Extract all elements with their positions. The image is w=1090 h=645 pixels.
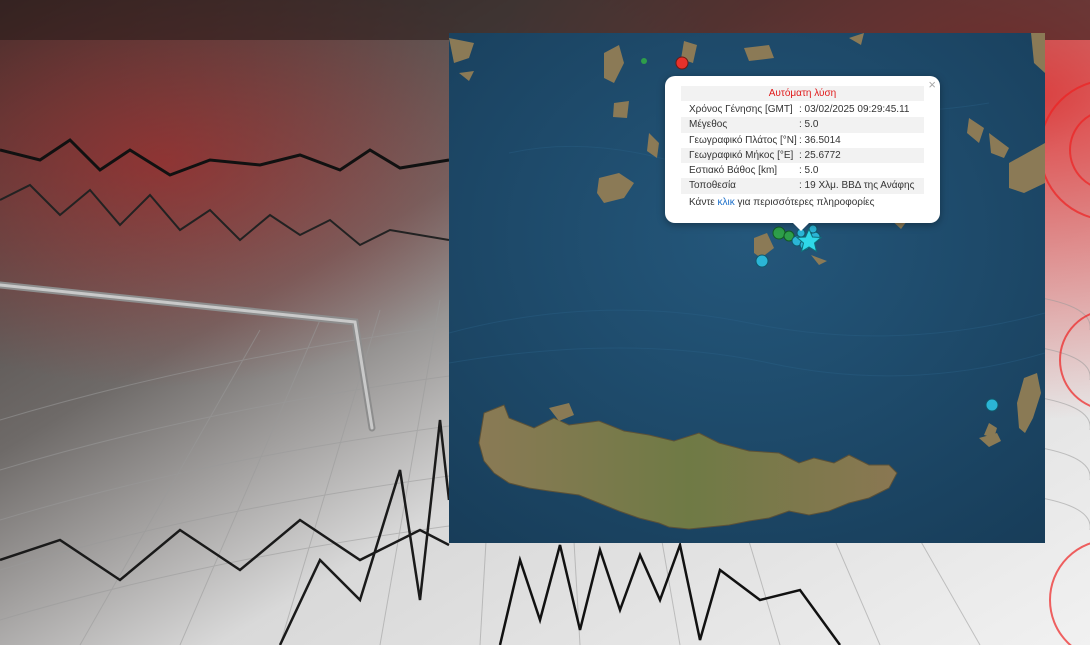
origin-time-row: Χρόνος Γένησης [GMT] : 03/02/2025 09:29:… — [681, 102, 924, 117]
row-label: Γεωγραφικό Πλάτος [°N] — [689, 134, 797, 146]
more-info-prefix: Κάντε — [689, 196, 718, 208]
close-icon[interactable]: × — [928, 78, 936, 91]
location-row: Τοποθεσία : 19 Χλμ. ΒΒΔ της Ανάφης — [681, 178, 924, 194]
row-label: Χρόνος Γένησης [GMT] — [689, 104, 793, 115]
row-value: : 19 Χλμ. ΒΒΔ της Ανάφης — [799, 180, 915, 192]
earthquake-map[interactable]: × Αυτόματη λύση Χρόνος Γένησης [GMT] : 0… — [449, 33, 1045, 543]
more-info-text: Κάντε κλικ για περισσότερες πληροφορίες — [681, 195, 924, 210]
popup-pointer — [793, 223, 809, 231]
earthquake-marker-green — [772, 226, 786, 240]
row-label: Γεωγραφικό Μήκος [°E] — [689, 149, 794, 161]
row-value: : 5.0 — [799, 119, 819, 131]
magnitude-row: Μέγεθος : 5.0 — [681, 117, 924, 133]
earthquake-marker-cyan — [755, 254, 769, 268]
row-label: Εστιακό Βάθος [km] — [689, 165, 778, 177]
earthquake-marker-green — [641, 58, 647, 64]
row-label: Τοποθεσία — [689, 180, 736, 192]
longitude-row: Γεωγραφικό Μήκος [°E] : 25.6772 — [681, 147, 924, 164]
latitude-row: Γεωγραφικό Πλάτος [°N] : 36.5014 — [681, 133, 924, 148]
row-value: : 5.0 — [799, 165, 819, 177]
earthquake-info-popup: × Αυτόματη λύση Χρόνος Γένησης [GMT] : 0… — [665, 76, 940, 231]
row-value: : 36.5014 — [799, 134, 841, 146]
more-info-link[interactable]: κλικ — [718, 197, 735, 208]
popup-title: Αυτόματη λύση — [681, 86, 924, 101]
depth-row: Εστιακό Βάθος [km] : 5.0 — [681, 163, 924, 178]
earthquake-marker-red — [675, 56, 689, 70]
earthquake-marker-cyan — [985, 398, 999, 412]
more-info-suffix: για περισσότερες πληροφορίες — [734, 196, 875, 208]
row-label: Μέγεθος — [689, 119, 728, 131]
row-value: : 03/02/2025 09:29:45.11 — [799, 104, 910, 115]
row-value: : 25.6772 — [799, 149, 841, 161]
